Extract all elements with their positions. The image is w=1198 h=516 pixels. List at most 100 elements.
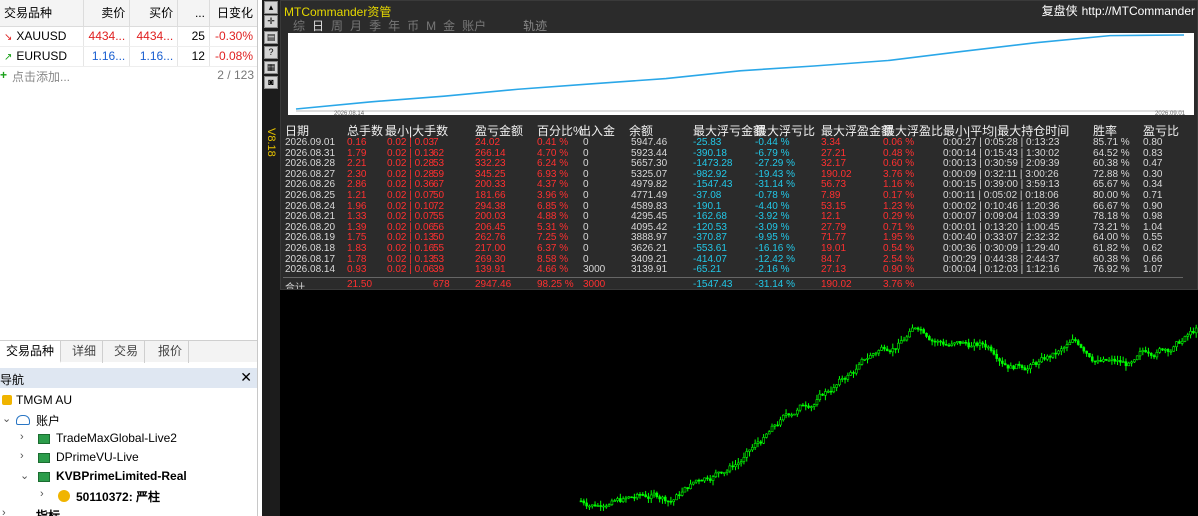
- stats-cell: 0.02 | 0.36: [387, 179, 435, 191]
- stats-row[interactable]: 2026.09.01 0.16 0.02 | 0.03 7 24.02 0.41 % 0 59…: [283, 137, 1197, 148]
- track-tab[interactable]: 轨迹: [523, 17, 547, 34]
- stats-cell: -25.83: [693, 137, 722, 148]
- review-label[interactable]: 复盘侠: [1042, 4, 1078, 18]
- period-tab[interactable]: 账户: [462, 17, 486, 34]
- stats-row[interactable]: 2026.08.27 2.30 0.02 | 0.28 59 345.25 6.93 % 0…: [283, 169, 1197, 180]
- candle-body: [1116, 360, 1119, 362]
- tree-server[interactable]: ⌄ KVBPrimeLimited-Real: [0, 467, 257, 486]
- candle-body: [734, 464, 737, 468]
- stats-cell: 0.02 | 0.10: [387, 200, 435, 212]
- col-bid-header[interactable]: 卖价: [83, 0, 131, 27]
- tree-broker[interactable]: TMGM AU: [0, 391, 257, 410]
- candle-body: [588, 505, 591, 508]
- stats-cell: 294.38: [475, 200, 506, 212]
- period-tab[interactable]: 综: [293, 17, 305, 34]
- tree-accounts[interactable]: ⌄ 账户: [0, 410, 257, 429]
- candle-body: [1020, 365, 1024, 368]
- tree-account[interactable]: › 50110372: 严柱: [0, 486, 257, 505]
- stats-cell: 3000: [583, 264, 606, 276]
- period-tab[interactable]: 年: [388, 17, 400, 34]
- col-spread-header[interactable]: ...: [177, 0, 210, 27]
- scroll-up-icon[interactable]: ▴: [264, 1, 278, 14]
- candle-body: [1183, 336, 1187, 342]
- add-symbol-row[interactable]: + 点击添加... 2 / 123: [0, 66, 257, 86]
- screenshot-icon[interactable]: ◙: [264, 76, 278, 89]
- stats-cell: -982.92: [693, 168, 727, 180]
- period-tab[interactable]: 币: [407, 17, 419, 34]
- stats-row[interactable]: 2026.08.26 2.86 0.02 | 0.36 67 200.33 4.37 % 0…: [283, 179, 1197, 190]
- candle-body: [1175, 341, 1178, 348]
- market-watch-row[interactable]: ↗ EURUSD 1.16... 1.16... 12 -0.08%: [0, 46, 257, 67]
- stats-row[interactable]: 2026.08.20 1.39 0.02 | 0.06 56 206.45 5.31 % 0…: [283, 222, 1197, 233]
- tree-indicators[interactable]: › 指标: [0, 505, 257, 516]
- stats-row[interactable]: 2026.08.28 2.21 0.02 | 0.28 53 332.23 6.24 % 0…: [283, 158, 1197, 169]
- candle-body: [697, 479, 701, 482]
- stats-cell: 0: [583, 253, 589, 265]
- candle-body: [989, 346, 993, 351]
- symbol-cell[interactable]: ↘ XAUUSD: [0, 26, 85, 47]
- candle-body: [838, 378, 841, 386]
- stats-row[interactable]: 2026.08.31 1.79 0.02 | 0.13 62 266.14 4.70 % 0…: [283, 148, 1197, 159]
- url-link[interactable]: http://MTCommander: [1082, 4, 1195, 18]
- candle-body: [801, 404, 805, 407]
- stats-cell: -162.68: [693, 211, 727, 223]
- candle-body: [891, 348, 895, 353]
- help-icon[interactable]: ?: [264, 46, 278, 59]
- candle-body: [936, 340, 940, 343]
- chevron-right-icon[interactable]: ›: [20, 431, 24, 443]
- stats-row[interactable]: 2026.08.25 1.21 0.02 | 0.07 50 181.66 3.96 % 0…: [283, 190, 1197, 201]
- period-tab[interactable]: 月: [350, 17, 362, 34]
- tab-ticks[interactable]: 报价: [152, 341, 190, 363]
- period-tab[interactable]: 日: [312, 17, 324, 34]
- candle-body: [826, 390, 830, 393]
- stats-row[interactable]: 2026.08.24 1.96 0.02 | 0.10 72 294.38 6.85 % 0…: [283, 201, 1197, 212]
- col-change-header[interactable]: 日变化: [209, 0, 257, 27]
- col-symbol-header[interactable]: 交易品种: [0, 0, 85, 27]
- candle-body: [815, 399, 819, 405]
- chevron-right-icon[interactable]: ›: [40, 488, 44, 500]
- tree-server[interactable]: › TradeMaxGlobal-Live2: [0, 429, 257, 448]
- tab-symbols[interactable]: 交易品种: [0, 341, 62, 363]
- stats-cell: 73.21 %: [1093, 221, 1130, 233]
- candle-body: [649, 494, 653, 499]
- period-tab[interactable]: 周: [331, 17, 343, 34]
- stats-row[interactable]: 2026.08.21 1.33 0.02 | 0.07 55 200.03 4.88 % 0…: [283, 211, 1197, 222]
- market-watch-row[interactable]: ↘ XAUUSD 4434... 4434... 25 -0.30%: [0, 26, 257, 47]
- stats-row[interactable]: 2026.08.19 1.75 0.02 | 0.13 50 262.76 7.25 % 0…: [283, 232, 1197, 243]
- stats-cell: 59: [433, 168, 445, 180]
- candle-body: [773, 424, 777, 427]
- template-icon[interactable]: ▦: [264, 61, 278, 74]
- chart-type-icon[interactable]: ▤: [264, 31, 278, 44]
- stats-cell: 61.82 %: [1093, 243, 1130, 254]
- chevron-right-icon[interactable]: ›: [2, 507, 6, 516]
- candle-body: [1135, 355, 1139, 361]
- tab-trading[interactable]: 交易: [108, 341, 146, 363]
- stats-row[interactable]: 2026.08.18 1.83 0.02 | 0.16 55 217.00 6.37 % 0…: [283, 243, 1197, 254]
- candle-body: [1043, 357, 1046, 360]
- total-cell: 21.50: [347, 279, 373, 290]
- period-tab[interactable]: 季: [369, 17, 381, 34]
- candle-body: [869, 355, 872, 359]
- symbol-cell[interactable]: ↗ EURUSD: [0, 46, 85, 67]
- candle-body: [972, 342, 976, 347]
- stats-cell: 62: [433, 147, 445, 159]
- crosshair-icon[interactable]: ✛: [264, 15, 278, 28]
- total-cell: -1547.43: [693, 279, 733, 290]
- col-ask-header[interactable]: 买价: [129, 0, 179, 27]
- tree-server[interactable]: › DPrimeVU-Live: [0, 448, 257, 467]
- period-tab[interactable]: M: [426, 19, 436, 33]
- server-icon: [38, 434, 50, 444]
- candle-body: [765, 433, 768, 438]
- tab-details[interactable]: 详细: [66, 341, 104, 363]
- stats-row[interactable]: 2026.08.17 1.78 0.02 | 0.13 53 269.30 8.58 % 0…: [283, 254, 1197, 265]
- candle-body: [658, 496, 661, 500]
- period-tab[interactable]: 金: [443, 17, 455, 34]
- candle-body: [1124, 361, 1128, 367]
- chevron-down-icon[interactable]: ⌄: [20, 469, 29, 482]
- chevron-down-icon[interactable]: ⌄: [2, 412, 11, 425]
- close-icon[interactable]: ✕: [240, 369, 252, 386]
- chevron-right-icon[interactable]: ›: [20, 450, 24, 462]
- stats-cell: 66.67 %: [1093, 200, 1130, 212]
- stats-row[interactable]: 2026.08.14 0.93 0.02 | 0.06 39 139.91 4.66 % 3…: [283, 264, 1197, 275]
- candle-body: [644, 494, 647, 498]
